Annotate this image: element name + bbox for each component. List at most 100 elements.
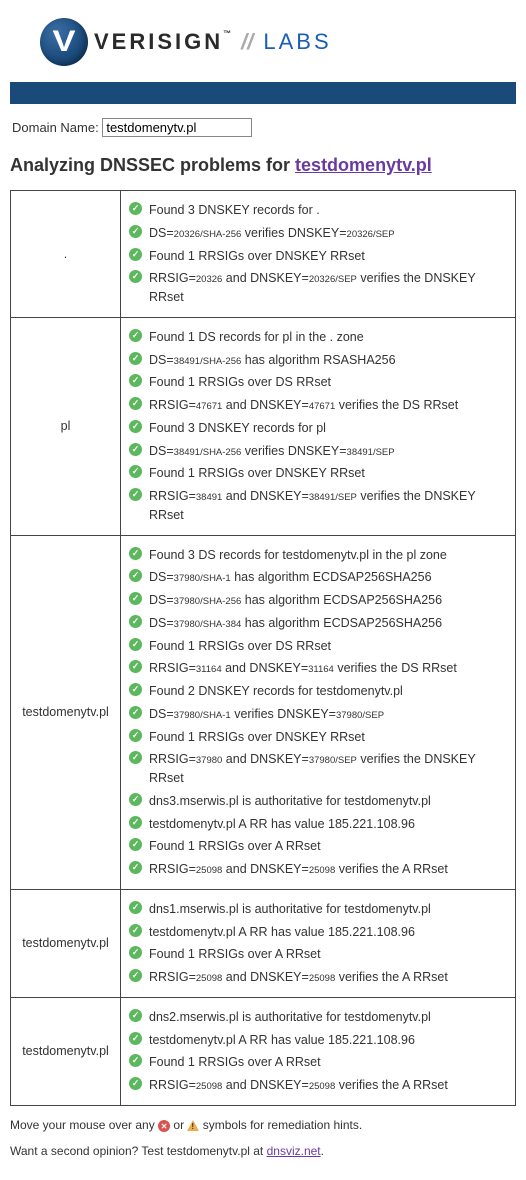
dnsviz-link[interactable]: dnsviz.net [267, 1144, 321, 1158]
zone-cell: pl [11, 317, 121, 535]
checks-cell: Found 1 DS records for pl in the . zoneD… [121, 317, 516, 535]
checks-cell: dns1.mserwis.pl is authoritative for tes… [121, 889, 516, 997]
check-ok-icon [129, 420, 142, 433]
check-item: testdomenytv.pl A RR has value 185.221.1… [129, 1029, 507, 1052]
check-item: RRSIG=25098 and DNSKEY=25098 verifies th… [129, 858, 507, 881]
check-ok-icon [129, 946, 142, 959]
check-item: dns3.mserwis.pl is authoritative for tes… [129, 790, 507, 813]
check-item: DS=37980/SHA-1 has algorithm ECDSAP256SH… [129, 566, 507, 589]
check-ok-icon [129, 1054, 142, 1067]
check-item: Found 1 RRSIGs over DS RRset [129, 371, 507, 394]
check-ok-icon [129, 329, 142, 342]
zone-cell: testdomenytv.pl [11, 889, 121, 997]
check-item: DS=37980/SHA-384 has algorithm ECDSAP256… [129, 612, 507, 635]
check-ok-icon [129, 816, 142, 829]
check-item: RRSIG=25098 and DNSKEY=25098 verifies th… [129, 1074, 507, 1097]
page-heading: Analyzing DNSSEC problems for testdomeny… [10, 155, 516, 176]
check-ok-icon [129, 488, 142, 501]
check-ok-icon [129, 1032, 142, 1045]
check-ok-icon [129, 374, 142, 387]
check-item: DS=37980/SHA-256 has algorithm ECDSAP256… [129, 589, 507, 612]
table-row: testdomenytv.pl Found 3 DS records for te… [11, 535, 516, 889]
domain-input[interactable] [102, 118, 252, 137]
zone-cell: testdomenytv.pl [11, 997, 121, 1105]
footer-hints: Move your mouse over any or symbols for … [10, 1118, 516, 1132]
heading-prefix: Analyzing DNSSEC problems for [10, 155, 295, 175]
check-item: dns1.mserwis.pl is authoritative for tes… [129, 898, 507, 921]
zone-cell: . [11, 191, 121, 318]
domain-form: Domain Name: [12, 118, 516, 137]
check-ok-icon [129, 615, 142, 628]
check-item: RRSIG=20326 and DNSKEY=20326/SEP verifie… [129, 267, 507, 309]
check-ok-icon [129, 838, 142, 851]
check-item: Found 3 DNSKEY records for pl [129, 417, 507, 440]
check-item: DS=38491/SHA-256 has algorithm RSASHA256 [129, 349, 507, 372]
check-ok-icon [129, 270, 142, 283]
footer: Move your mouse over any or symbols for … [10, 1118, 516, 1158]
logo-brand: VERISIGN™ [94, 29, 231, 55]
table-row: testdomenytv.pl dns2.mserwis.pl is author… [11, 997, 516, 1105]
warning-icon [187, 1120, 199, 1131]
check-item: DS=38491/SHA-256 verifies DNSKEY=38491/S… [129, 440, 507, 463]
heading-domain-link[interactable]: testdomenytv.pl [295, 155, 432, 175]
check-item: Found 1 RRSIGs over DNSKEY RRset [129, 462, 507, 485]
logo-icon: V [40, 18, 88, 66]
check-ok-icon [129, 569, 142, 582]
check-item: Found 1 DS records for pl in the . zone [129, 326, 507, 349]
footer-second-opinion: Want a second opinion? Test testdomenytv… [10, 1144, 516, 1158]
check-item: DS=20326/SHA-256 verifies DNSKEY=20326/S… [129, 222, 507, 245]
check-ok-icon [129, 1009, 142, 1022]
check-item: DS=37980/SHA-1 verifies DNSKEY=37980/SEP [129, 703, 507, 726]
check-item: Found 1 RRSIGs over A RRset [129, 835, 507, 858]
check-ok-icon [129, 683, 142, 696]
check-ok-icon [129, 924, 142, 937]
domain-label: Domain Name: [12, 120, 99, 135]
check-ok-icon [129, 660, 142, 673]
check-item: RRSIG=25098 and DNSKEY=25098 verifies th… [129, 966, 507, 989]
results-table: .Found 3 DNSKEY records for .DS=20326/SH… [10, 190, 516, 1106]
header-bar [10, 82, 516, 104]
logo-header: V VERISIGN™ // LABS [10, 10, 516, 78]
check-item: Found 1 RRSIGs over DNSKEY RRset [129, 726, 507, 749]
check-ok-icon [129, 443, 142, 456]
check-ok-icon [129, 729, 142, 742]
check-item: RRSIG=38491 and DNSKEY=38491/SEP verifie… [129, 485, 507, 527]
check-ok-icon [129, 202, 142, 215]
check-ok-icon [129, 397, 142, 410]
check-ok-icon [129, 861, 142, 874]
error-icon [158, 1120, 170, 1132]
check-item: testdomenytv.pl A RR has value 185.221.1… [129, 921, 507, 944]
check-ok-icon [129, 706, 142, 719]
logo-labs: LABS [263, 29, 331, 55]
checks-cell: Found 3 DS records for testdomenytv.pl i… [121, 535, 516, 889]
check-item: Found 2 DNSKEY records for testdomenytv.… [129, 680, 507, 703]
check-ok-icon [129, 751, 142, 764]
check-ok-icon [129, 352, 142, 365]
check-ok-icon [129, 901, 142, 914]
check-ok-icon [129, 248, 142, 261]
checks-cell: dns2.mserwis.pl is authoritative for tes… [121, 997, 516, 1105]
check-item: RRSIG=47671 and DNSKEY=47671 verifies th… [129, 394, 507, 417]
check-ok-icon [129, 793, 142, 806]
table-row: testdomenytv.pl dns1.mserwis.pl is author… [11, 889, 516, 997]
check-ok-icon [129, 465, 142, 478]
check-item: Found 1 RRSIGs over A RRset [129, 1051, 507, 1074]
table-row: .Found 3 DNSKEY records for .DS=20326/SH… [11, 191, 516, 318]
zone-cell: testdomenytv.pl [11, 535, 121, 889]
check-item: testdomenytv.pl A RR has value 185.221.1… [129, 813, 507, 836]
check-item: Found 3 DNSKEY records for . [129, 199, 507, 222]
check-item: Found 3 DS records for testdomenytv.pl i… [129, 544, 507, 567]
check-item: RRSIG=31164 and DNSKEY=31164 verifies th… [129, 657, 507, 680]
logo-slashes: // [241, 29, 253, 55]
check-item: Found 1 RRSIGs over DNSKEY RRset [129, 245, 507, 268]
check-item: Found 1 RRSIGs over A RRset [129, 943, 507, 966]
check-item: Found 1 RRSIGs over DS RRset [129, 635, 507, 658]
check-item: RRSIG=37980 and DNSKEY=37980/SEP verifie… [129, 748, 507, 790]
check-ok-icon [129, 1077, 142, 1090]
check-ok-icon [129, 547, 142, 560]
check-ok-icon [129, 592, 142, 605]
checks-cell: Found 3 DNSKEY records for .DS=20326/SHA… [121, 191, 516, 318]
check-item: dns2.mserwis.pl is authoritative for tes… [129, 1006, 507, 1029]
check-ok-icon [129, 969, 142, 982]
check-ok-icon [129, 638, 142, 651]
